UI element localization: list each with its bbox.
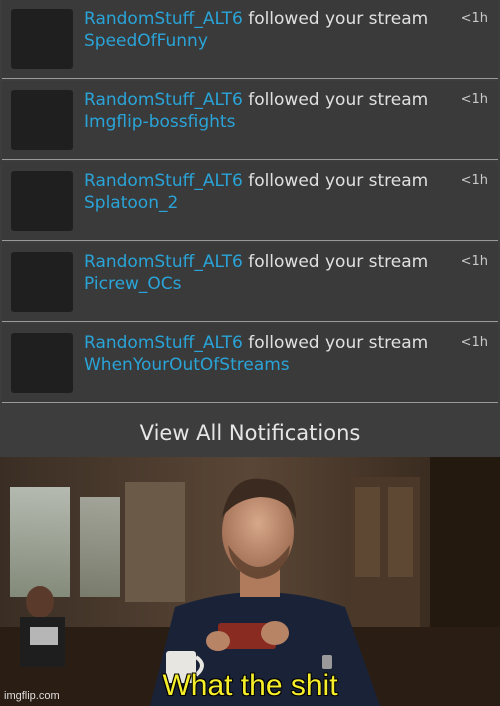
imgflip-watermark: imgflip.com	[4, 690, 60, 702]
notification-action-text: followed your stream	[248, 171, 429, 191]
notification-stream-link[interactable]: SpeedOfFunny	[84, 31, 208, 51]
notification-user-link[interactable]: RandomStuff_ALT6	[84, 333, 243, 353]
notification-time: <1h	[460, 254, 488, 269]
notification-time: <1h	[460, 92, 488, 107]
notification-item[interactable]: RandomStuff_ALT6 followed your stream Pi…	[2, 243, 498, 322]
notification-stream-link[interactable]: Splatoon_2	[84, 193, 178, 213]
avatar	[11, 9, 73, 69]
notification-user-link[interactable]: RandomStuff_ALT6	[84, 90, 243, 110]
notification-item[interactable]: RandomStuff_ALT6 followed your stream Wh…	[2, 324, 498, 403]
avatar	[11, 171, 73, 231]
notification-action-text: followed your stream	[248, 90, 429, 110]
notification-user-link[interactable]: RandomStuff_ALT6	[84, 252, 243, 272]
avatar	[11, 252, 73, 312]
notification-item[interactable]: RandomStuff_ALT6 followed your stream Im…	[2, 81, 498, 160]
notification-item[interactable]: RandomStuff_ALT6 followed your stream Sp…	[2, 0, 498, 79]
notification-user-link[interactable]: RandomStuff_ALT6	[84, 171, 243, 191]
notification-user-link[interactable]: RandomStuff_ALT6	[84, 9, 243, 29]
notification-stream-link[interactable]: Picrew_OCs	[84, 274, 182, 294]
notification-item[interactable]: RandomStuff_ALT6 followed your stream Sp…	[2, 162, 498, 241]
notification-time: <1h	[460, 11, 488, 26]
notifications-panel: RandomStuff_ALT6 followed your stream Sp…	[0, 0, 500, 457]
notification-time: <1h	[460, 173, 488, 188]
notification-stream-link[interactable]: Imgflip-bossfights	[84, 112, 235, 132]
notification-action-text: followed your stream	[248, 9, 429, 29]
notification-action-text: followed your stream	[248, 252, 429, 272]
avatar	[11, 333, 73, 393]
notification-time: <1h	[460, 335, 488, 350]
meme-caption: What the shit	[162, 669, 338, 702]
avatar	[11, 90, 73, 150]
notification-stream-link[interactable]: WhenYourOutOfStreams	[84, 355, 290, 375]
notification-action-text: followed your stream	[248, 333, 429, 353]
view-all-notifications-button[interactable]: View All Notifications	[2, 405, 498, 457]
